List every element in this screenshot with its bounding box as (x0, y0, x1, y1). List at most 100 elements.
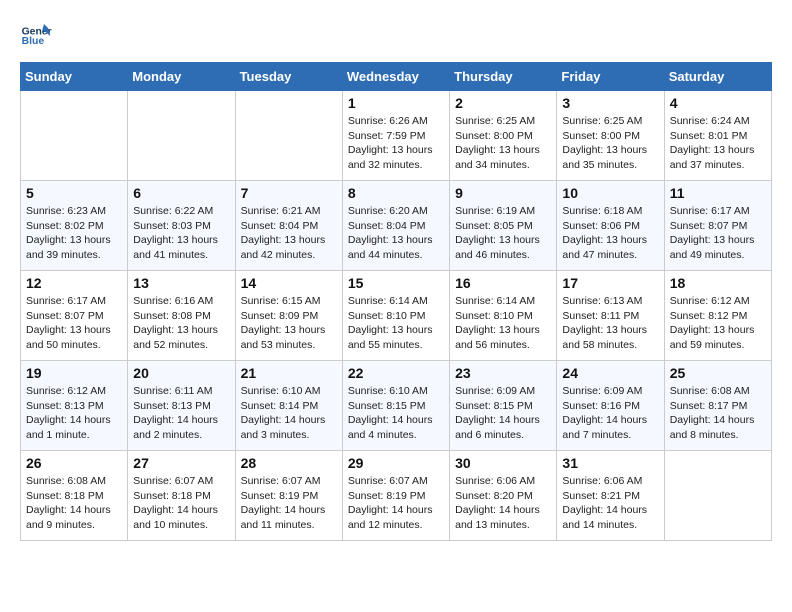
day-number: 11 (670, 185, 766, 201)
day-info: Sunrise: 6:19 AM Sunset: 8:05 PM Dayligh… (455, 204, 551, 263)
day-info: Sunrise: 6:07 AM Sunset: 8:19 PM Dayligh… (348, 474, 444, 533)
day-info: Sunrise: 6:17 AM Sunset: 8:07 PM Dayligh… (26, 294, 122, 353)
day-number: 17 (562, 275, 658, 291)
calendar-cell: 1 Sunrise: 6:26 AM Sunset: 7:59 PM Daylig… (342, 91, 449, 181)
day-number: 21 (241, 365, 337, 381)
calendar-cell: 22 Sunrise: 6:10 AM Sunset: 8:15 PM Dayli… (342, 361, 449, 451)
day-info: Sunrise: 6:25 AM Sunset: 8:00 PM Dayligh… (562, 114, 658, 173)
calendar-cell: 11Sunrise: 6:17 AM Sunset: 8:07 PM Dayli… (664, 181, 771, 271)
calendar-cell: 10 Sunrise: 6:18 AM Sunset: 8:06 PM Dayli… (557, 181, 664, 271)
calendar-cell: 6Sunrise: 6:22 AM Sunset: 8:03 PM Daylig… (128, 181, 235, 271)
calendar-cell: 29 Sunrise: 6:07 AM Sunset: 8:19 PM Dayli… (342, 451, 449, 541)
calendar-cell: 27 Sunrise: 6:07 AM Sunset: 8:18 PM Dayli… (128, 451, 235, 541)
day-number: 16 (455, 275, 551, 291)
day-number: 31 (562, 455, 658, 471)
day-info: Sunrise: 6:09 AM Sunset: 8:15 PM Dayligh… (455, 384, 551, 443)
day-info: Sunrise: 6:10 AM Sunset: 8:15 PM Dayligh… (348, 384, 444, 443)
day-number: 4 (670, 95, 766, 111)
calendar-cell (128, 91, 235, 181)
day-number: 26 (26, 455, 122, 471)
day-info: Sunrise: 6:09 AM Sunset: 8:16 PM Dayligh… (562, 384, 658, 443)
day-info: Sunrise: 6:07 AM Sunset: 8:18 PM Dayligh… (133, 474, 229, 533)
calendar-cell: 5Sunrise: 6:23 AM Sunset: 8:02 PM Daylig… (21, 181, 128, 271)
day-info: Sunrise: 6:08 AM Sunset: 8:17 PM Dayligh… (670, 384, 766, 443)
calendar-cell: 19 Sunrise: 6:12 AM Sunset: 8:13 PM Dayli… (21, 361, 128, 451)
calendar-cell: 8 Sunrise: 6:20 AM Sunset: 8:04 PM Daylig… (342, 181, 449, 271)
calendar-cell: 31Sunrise: 6:06 AM Sunset: 8:21 PM Dayli… (557, 451, 664, 541)
calendar-cell: 16 Sunrise: 6:14 AM Sunset: 8:10 PM Dayli… (450, 271, 557, 361)
weekday-header-saturday: Saturday (664, 63, 771, 91)
day-info: Sunrise: 6:16 AM Sunset: 8:08 PM Dayligh… (133, 294, 229, 353)
day-number: 23 (455, 365, 551, 381)
day-info: Sunrise: 6:23 AM Sunset: 8:02 PM Dayligh… (26, 204, 122, 263)
day-number: 7 (241, 185, 337, 201)
calendar-week-row: 19 Sunrise: 6:12 AM Sunset: 8:13 PM Dayli… (21, 361, 772, 451)
calendar-cell: 13Sunrise: 6:16 AM Sunset: 8:08 PM Dayli… (128, 271, 235, 361)
calendar-cell (235, 91, 342, 181)
calendar-cell: 2 Sunrise: 6:25 AM Sunset: 8:00 PM Daylig… (450, 91, 557, 181)
calendar-cell (21, 91, 128, 181)
day-info: Sunrise: 6:11 AM Sunset: 8:13 PM Dayligh… (133, 384, 229, 443)
calendar-week-row: 26 Sunrise: 6:08 AM Sunset: 8:18 PM Dayli… (21, 451, 772, 541)
calendar-cell: 26 Sunrise: 6:08 AM Sunset: 8:18 PM Dayli… (21, 451, 128, 541)
day-number: 1 (348, 95, 444, 111)
day-number: 3 (562, 95, 658, 111)
weekday-header-monday: Monday (128, 63, 235, 91)
day-number: 8 (348, 185, 444, 201)
calendar-cell: 17 Sunrise: 6:13 AM Sunset: 8:11 PM Dayli… (557, 271, 664, 361)
day-info: Sunrise: 6:26 AM Sunset: 7:59 PM Dayligh… (348, 114, 444, 173)
day-info: Sunrise: 6:12 AM Sunset: 8:13 PM Dayligh… (26, 384, 122, 443)
calendar-cell: 18 Sunrise: 6:12 AM Sunset: 8:12 PM Dayli… (664, 271, 771, 361)
day-info: Sunrise: 6:21 AM Sunset: 8:04 PM Dayligh… (241, 204, 337, 263)
calendar-cell: 14 Sunrise: 6:15 AM Sunset: 8:09 PM Dayli… (235, 271, 342, 361)
weekday-header-sunday: Sunday (21, 63, 128, 91)
day-number: 12 (26, 275, 122, 291)
day-info: Sunrise: 6:14 AM Sunset: 8:10 PM Dayligh… (455, 294, 551, 353)
weekday-header-wednesday: Wednesday (342, 63, 449, 91)
day-number: 14 (241, 275, 337, 291)
day-number: 22 (348, 365, 444, 381)
day-info: Sunrise: 6:25 AM Sunset: 8:00 PM Dayligh… (455, 114, 551, 173)
day-info: Sunrise: 6:12 AM Sunset: 8:12 PM Dayligh… (670, 294, 766, 353)
day-info: Sunrise: 6:24 AM Sunset: 8:01 PM Dayligh… (670, 114, 766, 173)
weekday-header-friday: Friday (557, 63, 664, 91)
calendar-cell: 15 Sunrise: 6:14 AM Sunset: 8:10 PM Dayli… (342, 271, 449, 361)
calendar-cell: 7 Sunrise: 6:21 AM Sunset: 8:04 PM Daylig… (235, 181, 342, 271)
logo-icon: General Blue (20, 20, 52, 52)
day-number: 15 (348, 275, 444, 291)
calendar-cell: 25 Sunrise: 6:08 AM Sunset: 8:17 PM Dayli… (664, 361, 771, 451)
weekday-header-thursday: Thursday (450, 63, 557, 91)
day-number: 10 (562, 185, 658, 201)
page-header: General Blue (20, 20, 772, 52)
day-number: 24 (562, 365, 658, 381)
day-info: Sunrise: 6:14 AM Sunset: 8:10 PM Dayligh… (348, 294, 444, 353)
calendar-cell: 21 Sunrise: 6:10 AM Sunset: 8:14 PM Dayli… (235, 361, 342, 451)
calendar-table: SundayMondayTuesdayWednesdayThursdayFrid… (20, 62, 772, 541)
calendar-cell: 28Sunrise: 6:07 AM Sunset: 8:19 PM Dayli… (235, 451, 342, 541)
day-info: Sunrise: 6:20 AM Sunset: 8:04 PM Dayligh… (348, 204, 444, 263)
day-number: 28 (241, 455, 337, 471)
day-number: 18 (670, 275, 766, 291)
calendar-cell: 24 Sunrise: 6:09 AM Sunset: 8:16 PM Dayli… (557, 361, 664, 451)
day-info: Sunrise: 6:08 AM Sunset: 8:18 PM Dayligh… (26, 474, 122, 533)
day-number: 29 (348, 455, 444, 471)
calendar-cell (664, 451, 771, 541)
day-number: 9 (455, 185, 551, 201)
day-number: 25 (670, 365, 766, 381)
logo: General Blue (20, 20, 52, 52)
day-number: 30 (455, 455, 551, 471)
day-number: 27 (133, 455, 229, 471)
day-number: 2 (455, 95, 551, 111)
svg-text:Blue: Blue (22, 36, 45, 47)
day-info: Sunrise: 6:06 AM Sunset: 8:20 PM Dayligh… (455, 474, 551, 533)
calendar-week-row: 5Sunrise: 6:23 AM Sunset: 8:02 PM Daylig… (21, 181, 772, 271)
calendar-cell: 20Sunrise: 6:11 AM Sunset: 8:13 PM Dayli… (128, 361, 235, 451)
weekday-header-tuesday: Tuesday (235, 63, 342, 91)
day-number: 19 (26, 365, 122, 381)
day-info: Sunrise: 6:15 AM Sunset: 8:09 PM Dayligh… (241, 294, 337, 353)
day-info: Sunrise: 6:10 AM Sunset: 8:14 PM Dayligh… (241, 384, 337, 443)
day-info: Sunrise: 6:18 AM Sunset: 8:06 PM Dayligh… (562, 204, 658, 263)
day-info: Sunrise: 6:13 AM Sunset: 8:11 PM Dayligh… (562, 294, 658, 353)
calendar-cell: 3 Sunrise: 6:25 AM Sunset: 8:00 PM Daylig… (557, 91, 664, 181)
calendar-week-row: 12 Sunrise: 6:17 AM Sunset: 8:07 PM Dayli… (21, 271, 772, 361)
